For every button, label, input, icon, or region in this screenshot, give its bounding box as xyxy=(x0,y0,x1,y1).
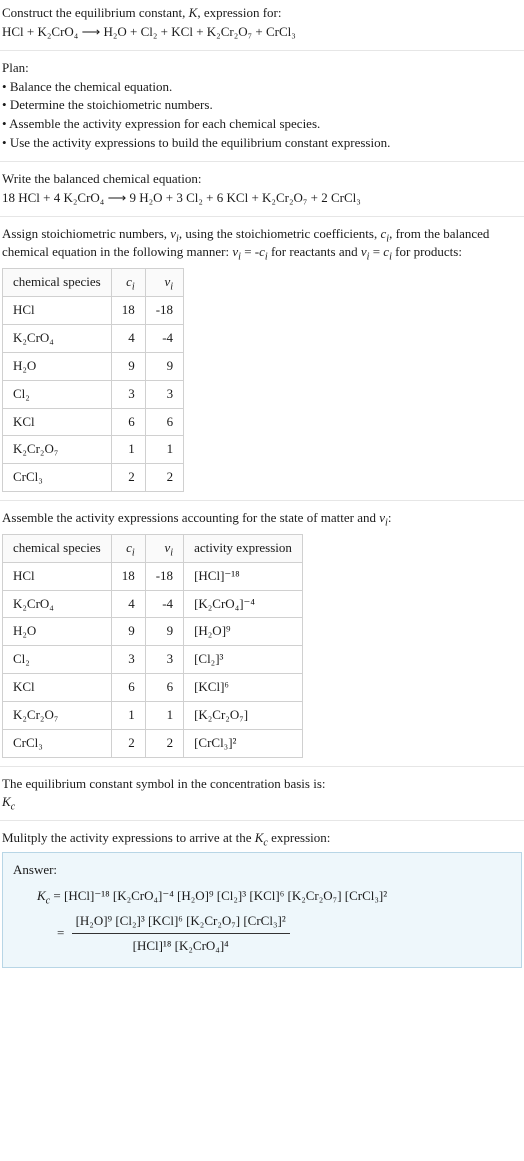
activity-section: Assemble the activity expressions accoun… xyxy=(0,501,524,766)
plan-item: Assemble the activity expression for eac… xyxy=(2,115,522,134)
table-row: K₂Cr₂O₇11 xyxy=(3,436,184,464)
answer-box: Answer: Kc = [HCl]⁻¹⁸ [K₂CrO₄]⁻⁴ [H₂O]⁹ … xyxy=(2,852,522,968)
col-ci: ci xyxy=(111,534,145,562)
intro-section: Construct the equilibrium constant, K, e… xyxy=(0,0,524,50)
col-species: chemical species xyxy=(3,269,112,297)
col-species: chemical species xyxy=(3,534,112,562)
table-header-row: chemical species ci νi xyxy=(3,269,184,297)
symbol-kc: Kc xyxy=(2,793,522,812)
answer-label: Answer: xyxy=(13,861,511,880)
table-row: K₂Cr₂O₇11[K₂Cr₂O₇] xyxy=(3,701,303,729)
plan-item: Determine the stoichiometric numbers. xyxy=(2,96,522,115)
table-header-row: chemical species ci νi activity expressi… xyxy=(3,534,303,562)
intro-line1: Construct the equilibrium constant, K, e… xyxy=(2,4,522,23)
balanced-heading: Write the balanced chemical equation: xyxy=(2,170,522,189)
table-row: HCl18-18 xyxy=(3,297,184,325)
col-vi: νi xyxy=(145,534,183,562)
plan-heading: Plan: xyxy=(2,59,522,78)
table-row: Cl₂33 xyxy=(3,380,184,408)
plan-item: Use the activity expressions to build th… xyxy=(2,134,522,153)
kc-expression: Kc = [HCl]⁻¹⁸ [K₂CrO₄]⁻⁴ [H₂O]⁹ [Cl₂]³ [… xyxy=(13,884,511,959)
table-row: KCl66 xyxy=(3,408,184,436)
final-section: Mulitply the activity expressions to arr… xyxy=(0,821,524,976)
table-row: H₂O99[H₂O]⁹ xyxy=(3,618,303,646)
plan-item: Balance the chemical equation. xyxy=(2,78,522,97)
expr-fraction: [H₂O]⁹ [Cl₂]³ [KCl]⁶ [K₂Cr₂O₇] [CrCl₃]² … xyxy=(72,909,290,959)
table-row: H₂O99 xyxy=(3,352,184,380)
balanced-section: Write the balanced chemical equation: 18… xyxy=(0,162,524,216)
table-row: CrCl₃22 xyxy=(3,464,184,492)
plan-list: Balance the chemical equation. Determine… xyxy=(2,78,522,153)
plan-section: Plan: Balance the chemical equation. Det… xyxy=(0,51,524,161)
symbol-line1: The equilibrium constant symbol in the c… xyxy=(2,775,522,794)
table-row: K₂CrO₄4-4 xyxy=(3,324,184,352)
frac-denominator: [HCl]¹⁸ [K₂CrO₄]⁴ xyxy=(72,933,290,959)
table-row: Cl₂33[Cl₂]³ xyxy=(3,646,303,674)
activity-intro: Assemble the activity expressions accoun… xyxy=(2,509,522,528)
frac-numerator: [H₂O]⁹ [Cl₂]³ [KCl]⁶ [K₂Cr₂O₇] [CrCl₃]² xyxy=(72,909,290,934)
table-row: KCl66[KCl]⁶ xyxy=(3,674,303,702)
col-activity: activity expression xyxy=(184,534,303,562)
stoich-table: chemical species ci νi HCl18-18 K₂CrO₄4-… xyxy=(2,268,184,492)
stoich-section: Assign stoichiometric numbers, νi, using… xyxy=(0,217,524,500)
col-ci: ci xyxy=(111,269,145,297)
activity-table: chemical species ci νi activity expressi… xyxy=(2,534,303,758)
symbol-section: The equilibrium constant symbol in the c… xyxy=(0,767,524,821)
final-intro: Mulitply the activity expressions to arr… xyxy=(2,829,522,848)
col-vi: νi xyxy=(145,269,183,297)
table-row: CrCl₃22[CrCl₃]² xyxy=(3,729,303,757)
table-row: K₂CrO₄4-4[K₂CrO₄]⁻⁴ xyxy=(3,590,303,618)
table-row: HCl18-18[HCl]⁻¹⁸ xyxy=(3,562,303,590)
expr-line1: [HCl]⁻¹⁸ [K₂CrO₄]⁻⁴ [H₂O]⁹ [Cl₂]³ [KCl]⁶… xyxy=(64,888,387,903)
balanced-equation: 18 HCl + 4 K₂CrO₄ ⟶ 9 H₂O + 3 Cl₂ + 6 KC… xyxy=(2,189,522,208)
stoich-intro: Assign stoichiometric numbers, νi, using… xyxy=(2,225,522,263)
intro-equation: HCl + K₂CrO₄ ⟶ H₂O + Cl₂ + KCl + K₂Cr₂O₇… xyxy=(2,23,522,42)
